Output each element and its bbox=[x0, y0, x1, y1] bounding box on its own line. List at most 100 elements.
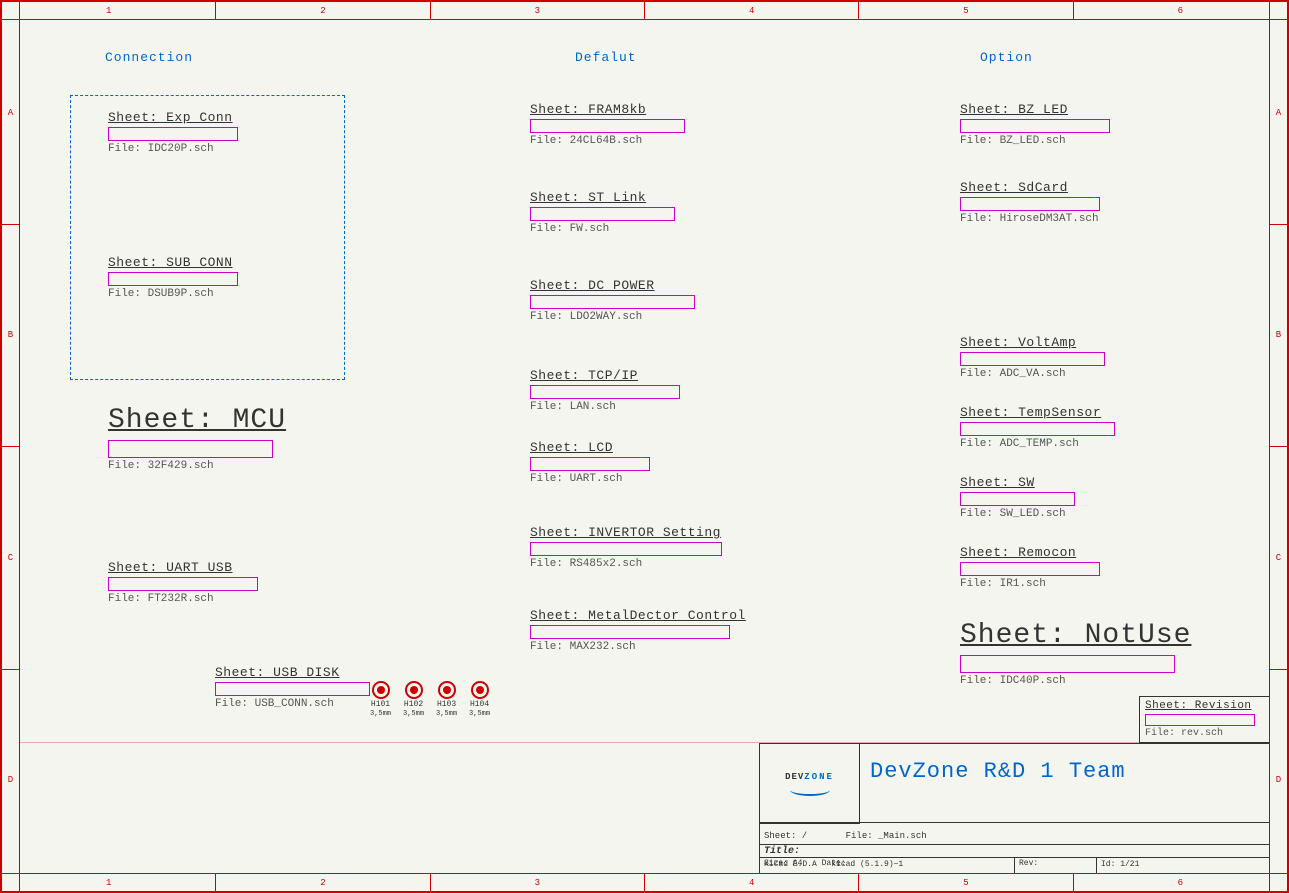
sheet-bz-led: Sheet: BZ LED File: BZ_LED.sch bbox=[960, 102, 1110, 147]
sheet-usb-disk-rect bbox=[215, 682, 370, 696]
sheet-invertor-name: Sheet: INVERTOR Setting bbox=[530, 525, 722, 540]
sheet-metal-dector-rect bbox=[530, 625, 730, 639]
sheet-sdcard-file: File: HiroseDM3AT.sch bbox=[960, 213, 1100, 225]
sheet-voltamp-name: Sheet: VoltAmp bbox=[960, 335, 1105, 350]
sheet-exp-conn: Sheet: Exp Conn File: IDC20P.sch bbox=[108, 110, 238, 155]
ruler-right-c: C bbox=[1270, 447, 1287, 670]
ruler-right: A B C D bbox=[1269, 2, 1287, 891]
hole-h102: H102 3,5mm bbox=[403, 681, 424, 718]
sheet-voltamp-rect bbox=[960, 352, 1105, 366]
sheet-tcp-ip-rect bbox=[530, 385, 680, 399]
hole-h101-label: H101 bbox=[371, 700, 390, 709]
hole-h104-size: 3,5mm bbox=[469, 710, 490, 718]
ruler-bot-5: 5 bbox=[859, 874, 1073, 891]
sheet-usb-disk-name: Sheet: USB DISK bbox=[215, 665, 370, 680]
sheet-metal-dector-name: Sheet: MetalDector Control bbox=[530, 608, 746, 623]
sheet-sdcard-rect bbox=[960, 197, 1100, 211]
ruler-right-b: B bbox=[1270, 225, 1287, 448]
hole-h101-size: 3,5mm bbox=[370, 710, 391, 718]
main-area: Connection Sheet: Exp Conn File: IDC20P.… bbox=[20, 20, 1269, 873]
section-option-heading: Option bbox=[980, 50, 1033, 65]
sheet-sw: Sheet: SW File: SW_LED.sch bbox=[960, 475, 1075, 520]
sheet-mcu-file: File: 32F429.sch bbox=[108, 460, 286, 472]
sheet-metal-dector-file: File: MAX232.sch bbox=[530, 641, 746, 653]
sheet-usb-disk: Sheet: USB DISK File: USB_CONN.sch bbox=[215, 665, 370, 710]
revision-block: Sheet: Revision File: rev.sch bbox=[1139, 696, 1269, 743]
sheet-st-link: Sheet: ST Link File: FW.sch bbox=[530, 190, 675, 235]
sheet-invertor: Sheet: INVERTOR Setting File: RS485x2.sc… bbox=[530, 525, 722, 570]
section-default-heading: Defalut bbox=[575, 50, 637, 65]
title-file-label: File: _Main.sch bbox=[846, 831, 927, 841]
hole-h103-label: H103 bbox=[437, 700, 456, 709]
sheet-dc-power-file: File: LDO2WAY.sch bbox=[530, 311, 695, 323]
sheet-fram8kb-file: File: 24CL64B.sch bbox=[530, 135, 685, 147]
sheet-mcu-name: Sheet: MCU bbox=[108, 405, 286, 436]
ruler-bot-6: 6 bbox=[1074, 874, 1287, 891]
hole-h101-inner bbox=[377, 686, 385, 694]
hole-h104-inner bbox=[476, 686, 484, 694]
sheet-notuse-name: Sheet: NotUse bbox=[960, 620, 1191, 651]
ruler-seg-6: 6 bbox=[1074, 2, 1287, 19]
ruler-seg-2: 2 bbox=[216, 2, 430, 19]
sheet-dc-power-name: Sheet: DC POWER bbox=[530, 278, 695, 293]
sheet-sw-name: Sheet: SW bbox=[960, 475, 1075, 490]
sheet-lcd-rect bbox=[530, 457, 650, 471]
sheet-dc-power-rect bbox=[530, 295, 695, 309]
logo-dev: DEV bbox=[785, 772, 804, 782]
sheet-exp-conn-rect bbox=[108, 127, 238, 141]
sheet-sub-conn-file: File: DSUB9P.sch bbox=[108, 288, 238, 300]
ruler-bot-1: 1 bbox=[2, 874, 216, 891]
sheet-temp-sensor-file: File: ADC_TEMP.sch bbox=[960, 438, 1115, 450]
sheet-sdcard: Sheet: SdCard File: HiroseDM3AT.sch bbox=[960, 180, 1100, 225]
hole-h101-circle bbox=[372, 681, 390, 699]
logo-text-group: DEV ZONE bbox=[785, 772, 834, 782]
sheet-tcp-ip-name: Sheet: TCP/IP bbox=[530, 368, 680, 383]
sheet-st-link-name: Sheet: ST Link bbox=[530, 190, 675, 205]
ruler-bottom: 1 2 3 4 5 6 bbox=[2, 873, 1287, 891]
sheet-sw-rect bbox=[960, 492, 1075, 506]
sheet-voltamp: Sheet: VoltAmp File: ADC_VA.sch bbox=[960, 335, 1105, 380]
sheet-temp-sensor: Sheet: TempSensor File: ADC_TEMP.sch bbox=[960, 405, 1115, 450]
hole-h103-circle bbox=[438, 681, 456, 699]
hole-h103: H103 3,5mm bbox=[436, 681, 457, 718]
sheet-uart-usb-name: Sheet: UART USB bbox=[108, 560, 258, 575]
hole-h104-circle bbox=[471, 681, 489, 699]
sheet-sub-conn: Sheet: SUB CONN File: DSUB9P.sch bbox=[108, 255, 238, 300]
title-kicad-row: KiCad E.D.A kicad (5.1.9)−1 Id: 1/21 bbox=[760, 857, 1269, 873]
title-block: DEV ZONE DevZone R&D 1 Team Sheet: / Fil… bbox=[759, 743, 1269, 873]
sheet-sw-file: File: SW_LED.sch bbox=[960, 508, 1075, 520]
ruler-bot-4: 4 bbox=[645, 874, 859, 891]
sheet-remocon: Sheet: Remocon File: IR1.sch bbox=[960, 545, 1100, 590]
ruler-top: 1 2 3 4 5 6 bbox=[2, 2, 1287, 20]
ruler-left-a: A bbox=[2, 2, 19, 225]
sheet-lcd-file: File: UART.sch bbox=[530, 473, 650, 485]
sheet-sub-conn-name: Sheet: SUB CONN bbox=[108, 255, 238, 270]
sheet-tcp-ip: Sheet: TCP/IP File: LAN.sch bbox=[530, 368, 680, 413]
sheet-remocon-name: Sheet: Remocon bbox=[960, 545, 1100, 560]
ruler-left-b: B bbox=[2, 225, 19, 448]
ruler-left-c: C bbox=[2, 447, 19, 670]
logo-zone: ZONE bbox=[804, 772, 834, 782]
sheet-temp-sensor-name: Sheet: TempSensor bbox=[960, 405, 1115, 420]
rev-sheet-file: File: rev.sch bbox=[1145, 728, 1264, 739]
sheet-remocon-file: File: IR1.sch bbox=[960, 578, 1100, 590]
sheet-voltamp-file: File: ADC_VA.sch bbox=[960, 368, 1105, 380]
sheet-bz-led-name: Sheet: BZ LED bbox=[960, 102, 1110, 117]
schematic-page: 1 2 3 4 5 6 1 2 3 4 5 6 A B C D A B C D … bbox=[0, 0, 1289, 893]
title-label: Title: bbox=[764, 846, 800, 857]
sheet-fram8kb-name: Sheet: FRAM8kb bbox=[530, 102, 685, 117]
sheet-usb-disk-file: File: USB_CONN.sch bbox=[215, 698, 370, 710]
logo-arc bbox=[790, 784, 830, 796]
hole-h103-size: 3,5mm bbox=[436, 710, 457, 718]
sheet-st-link-file: File: FW.sch bbox=[530, 223, 675, 235]
section-connection-heading: Connection bbox=[105, 50, 193, 65]
title-title-row: Title: bbox=[760, 844, 1269, 858]
hole-h102-circle bbox=[405, 681, 423, 699]
ruler-left: A B C D bbox=[2, 2, 20, 891]
ruler-seg-4: 4 bbox=[645, 2, 859, 19]
sheet-bz-led-rect bbox=[960, 119, 1110, 133]
kicad-label: KiCad E.D.A bbox=[764, 860, 817, 869]
ruler-right-a: A bbox=[1270, 2, 1287, 225]
sheet-uart-usb: Sheet: UART USB File: FT232R.sch bbox=[108, 560, 258, 605]
hole-h102-inner bbox=[410, 686, 418, 694]
